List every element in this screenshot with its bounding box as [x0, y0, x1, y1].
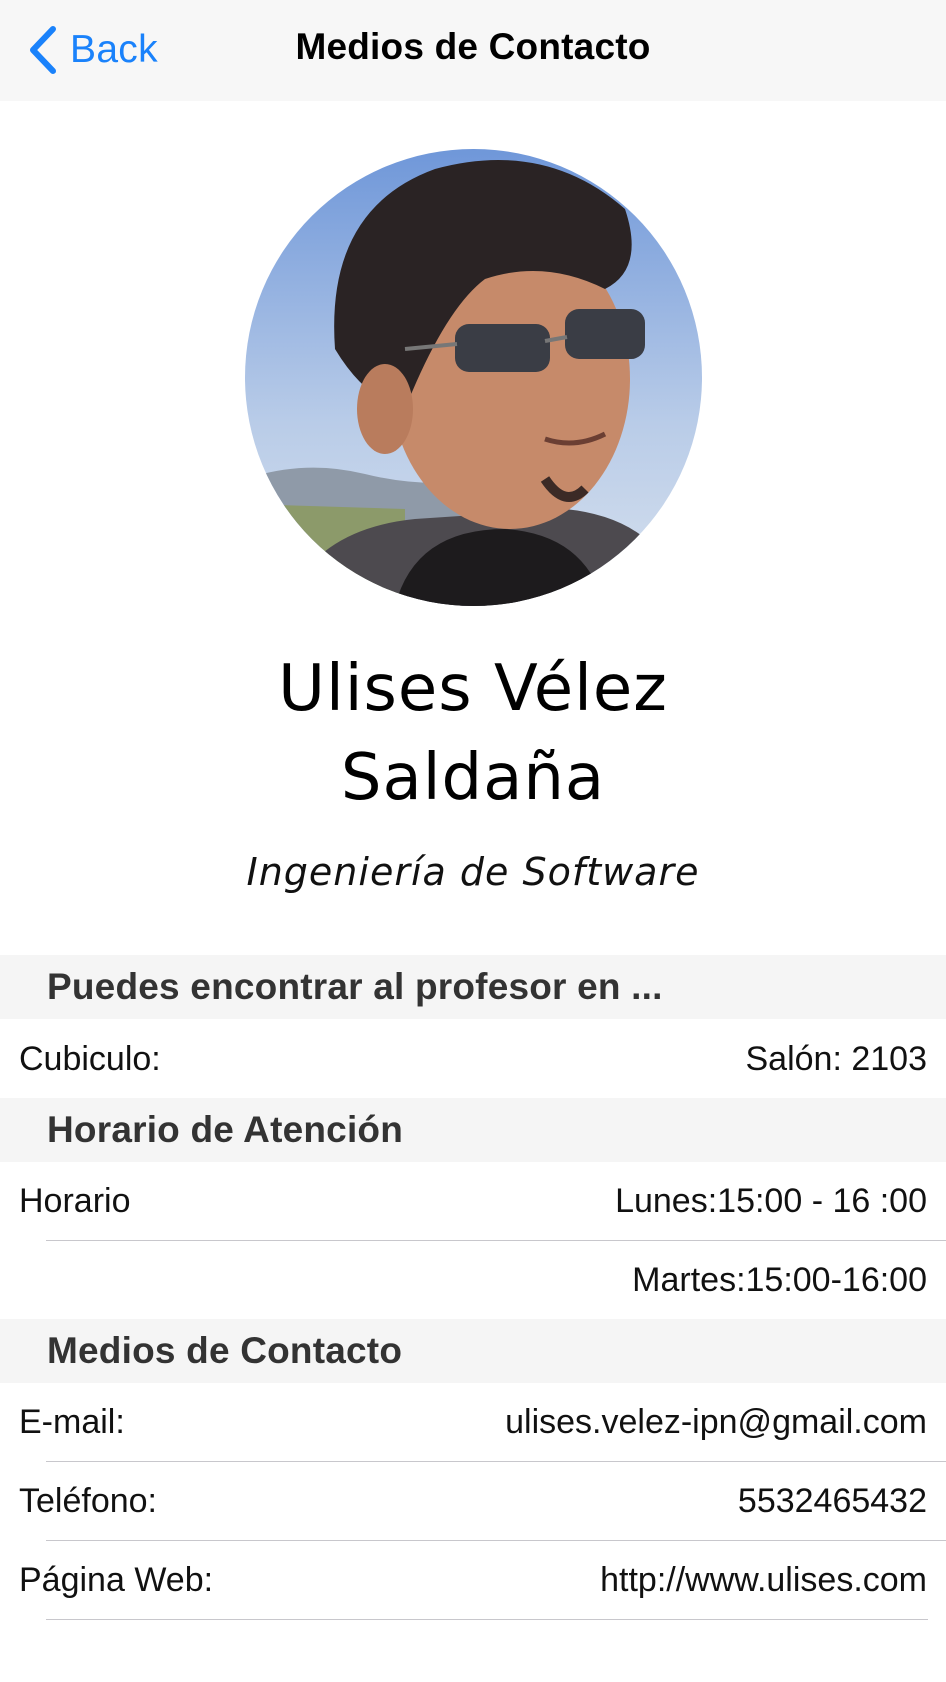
profile-photo	[245, 149, 702, 606]
page-title: Medios de Contacto	[295, 26, 651, 67]
profile-name-line1: Ulises Vélez	[278, 652, 668, 726]
section-header-location: Puedes encontrar al profesor en ...	[0, 955, 946, 1019]
section-header-schedule: Horario de Atención	[0, 1098, 946, 1162]
email-value[interactable]: ulises.velez-ipn@gmail.com	[505, 1383, 927, 1461]
list-item-schedule-tuesday[interactable]: Martes:15:00-16:00	[0, 1241, 946, 1319]
row-label: Página Web:	[19, 1561, 214, 1599]
list-item-phone[interactable]: Teléfono: 5532465432	[0, 1462, 946, 1540]
section-header-contact: Medios de Contacto	[0, 1319, 946, 1383]
section-header-label: Medios de Contacto	[47, 1330, 403, 1371]
profile-subtitle: Ingeniería de Software	[246, 850, 700, 894]
list-item-website[interactable]: Página Web: http://www.ulises.com	[0, 1541, 946, 1619]
website-link[interactable]: http://www.ulises.com	[600, 1541, 927, 1619]
list-item-email[interactable]: E-mail: ulises.velez-ipn@gmail.com	[0, 1383, 946, 1461]
section-header-label: Puedes encontrar al profesor en ...	[47, 966, 663, 1007]
row-value: Salón: 2103	[745, 1040, 928, 1078]
row-label: E-mail:	[19, 1403, 125, 1441]
row-separator	[46, 1619, 928, 1620]
list-item-cubicle[interactable]: Cubiculo: Salón: 2103	[0, 1020, 946, 1098]
profile-name: Ulises Vélez Saldaña	[0, 645, 946, 823]
row-label: Teléfono:	[19, 1482, 157, 1520]
row-value: Martes:15:00-16:00	[632, 1261, 927, 1299]
row-value: Lunes:15:00 - 16 :00	[615, 1182, 927, 1220]
section-header-label: Horario de Atención	[47, 1109, 404, 1150]
row-label: Cubiculo:	[19, 1040, 161, 1078]
list-item-schedule-monday[interactable]: Horario Lunes:15:00 - 16 :00	[0, 1162, 946, 1240]
phone-value[interactable]: 5532465432	[738, 1462, 927, 1540]
navigation-bar: Back Medios de Contacto	[0, 0, 946, 101]
row-label: Horario	[19, 1182, 131, 1220]
profile-name-line2: Saldaña	[340, 741, 606, 815]
